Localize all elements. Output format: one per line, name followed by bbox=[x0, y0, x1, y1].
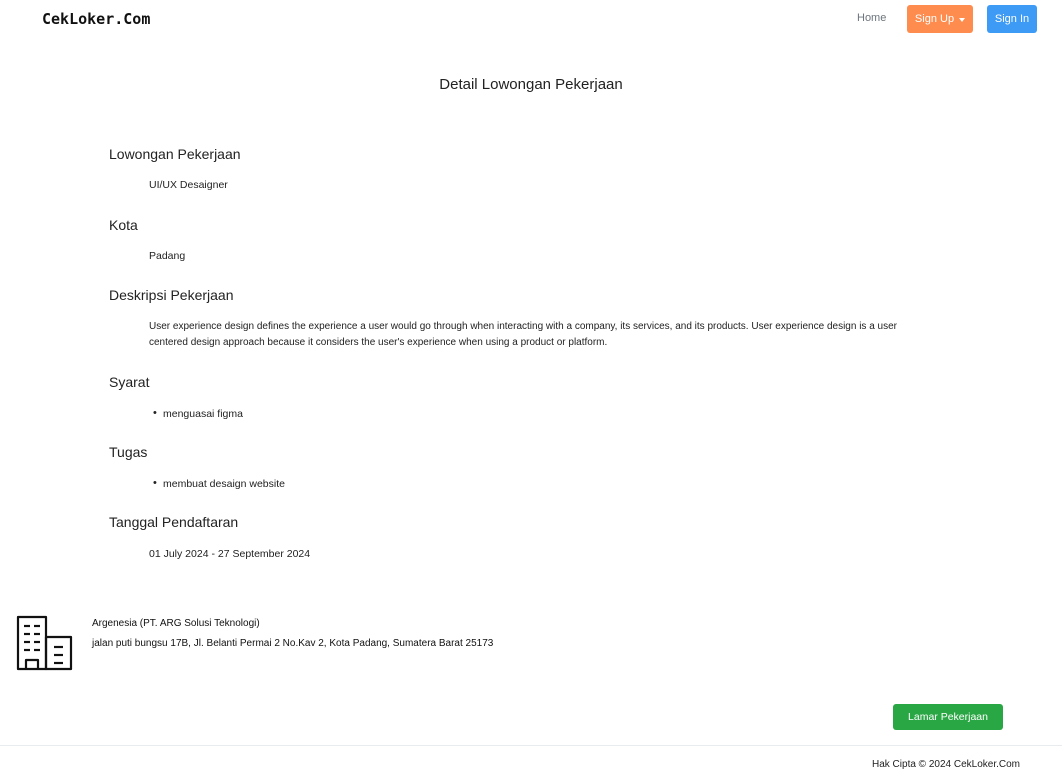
registration-heading: Tanggal Pendaftaran bbox=[109, 514, 239, 530]
city-heading: Kota bbox=[109, 217, 138, 233]
footer-copyright: Hak Cipta © 2024 CekLoker.Com bbox=[872, 759, 1020, 770]
signin-button[interactable]: Sign In bbox=[987, 5, 1037, 33]
requirement-item: menguasai figma bbox=[153, 407, 243, 420]
nav-home-link[interactable]: Home bbox=[857, 12, 886, 24]
footer-divider bbox=[0, 745, 1062, 746]
chevron-down-icon bbox=[959, 17, 966, 22]
requirements-heading: Syarat bbox=[109, 374, 150, 390]
signup-dropdown-button[interactable]: Sign Up bbox=[907, 5, 973, 33]
position-value: UI/UX Desaigner bbox=[149, 179, 228, 191]
page-title: Detail Lowongan Pekerjaan bbox=[439, 76, 623, 93]
top-navbar: CekLoker.Com Home Sign Up Sign In bbox=[0, 0, 1062, 40]
description-text: User experience design defines the exper… bbox=[149, 321, 897, 348]
tasks-heading: Tugas bbox=[109, 444, 148, 460]
city-value: Padang bbox=[149, 250, 186, 262]
position-heading: Lowongan Pekerjaan bbox=[109, 146, 241, 162]
signup-label: Sign Up bbox=[914, 13, 955, 25]
apply-job-button[interactable]: Lamar Pekerjaan bbox=[893, 704, 1003, 730]
description-heading: Deskripsi Pekerjaan bbox=[109, 287, 234, 303]
brand-logo[interactable]: CekLoker.Com bbox=[42, 10, 150, 28]
company-address: jalan puti bungsu 17B, Jl. Belanti Perma… bbox=[92, 638, 494, 649]
company-name: Argenesia (PT. ARG Solusi Teknologi) bbox=[92, 618, 260, 629]
task-item: membuat desaign website bbox=[153, 477, 285, 490]
registration-dates: 01 July 2024 - 27 September 2024 bbox=[149, 548, 311, 560]
building-icon bbox=[16, 615, 73, 671]
